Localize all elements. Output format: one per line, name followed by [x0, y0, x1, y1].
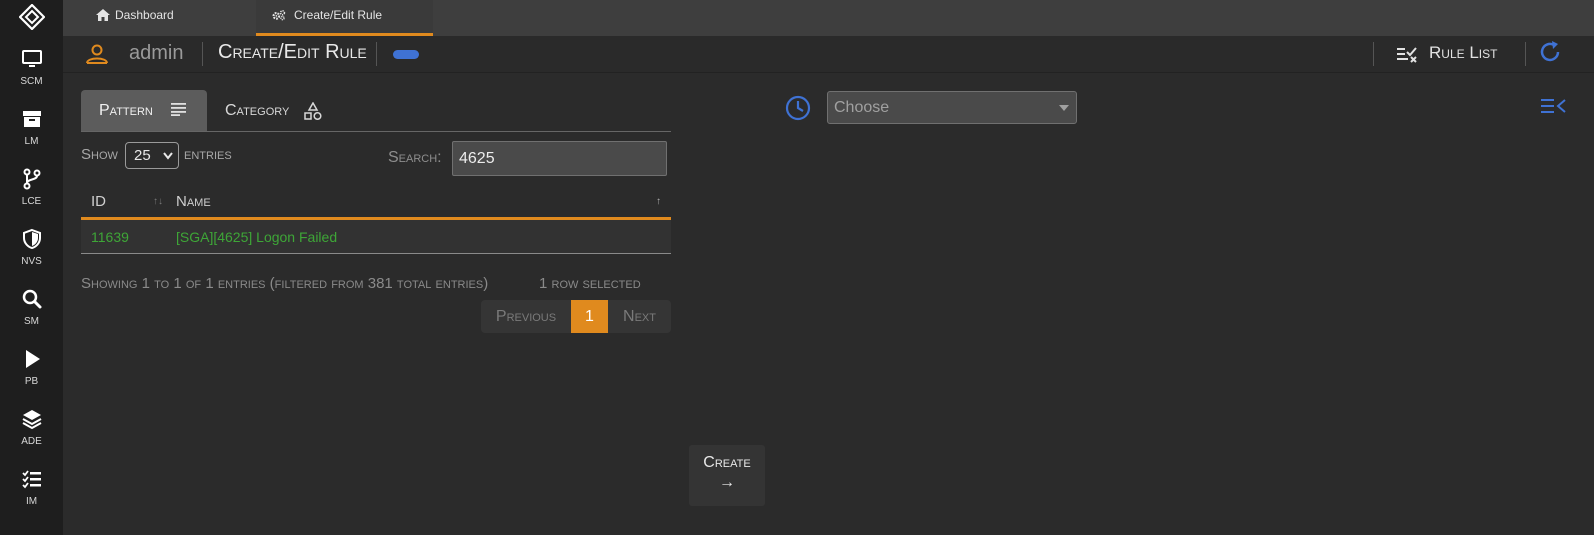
tab-category[interactable]: Category	[207, 90, 337, 131]
table-header: ID ↑↓ Name ↑	[81, 183, 671, 220]
sidebar-item-label: SCM	[20, 76, 43, 87]
chevron-down-icon	[163, 152, 173, 160]
play-icon	[25, 350, 40, 368]
entries-select[interactable]: 25	[125, 142, 179, 169]
sidebar-item-label: LCE	[21, 196, 42, 207]
choose-select[interactable]: Choose	[827, 91, 1077, 124]
sidebar: SCM LM LCE NVS SM PB ADE IM	[0, 0, 63, 535]
page-header: admin Create/Edit Rule Rule List	[63, 36, 1594, 73]
clock-icon[interactable]	[785, 95, 811, 121]
list-check-icon	[1397, 47, 1417, 63]
page-1-button[interactable]: 1	[571, 300, 608, 333]
sort-asc-icon[interactable]: ↑	[656, 196, 661, 207]
search-icon	[22, 289, 41, 309]
sidebar-item-sm[interactable]: SM	[0, 288, 63, 344]
sidebar-item-scm[interactable]: SCM	[0, 48, 63, 104]
sidebar-item-label: LM	[24, 136, 39, 147]
rule-list-button[interactable]: Rule List	[1396, 43, 1497, 67]
monitor-icon	[21, 50, 42, 67]
cell-name: [SGA][4625] Logon Failed	[176, 229, 338, 245]
column-header-name[interactable]: Name	[176, 193, 211, 210]
rule-list-label: Rule List	[1429, 43, 1498, 62]
tab-label: Pattern	[99, 102, 153, 119]
sidebar-item-lm[interactable]: LM	[0, 108, 63, 164]
page-title: Create/Edit Rule	[218, 41, 367, 63]
tab-bar: Dashboard Create/Edit Rule	[63, 0, 1594, 36]
pagination: Previous 1 Next	[481, 300, 671, 333]
tab-label: Category	[225, 102, 290, 119]
home-icon	[96, 9, 110, 21]
sidebar-item-label: IM	[25, 496, 38, 507]
user-icon[interactable]	[85, 42, 109, 66]
entries-value: 25	[134, 147, 151, 164]
create-button[interactable]: Create →	[689, 445, 765, 506]
cell-id: 11639	[91, 229, 129, 245]
layers-icon	[22, 410, 41, 430]
subtab-bar: Pattern Category	[81, 90, 671, 132]
header-divider	[1373, 42, 1374, 66]
tab-label: Dashboard	[115, 8, 174, 22]
caret-down-icon	[1059, 105, 1069, 111]
lines-icon	[171, 103, 186, 116]
shapes-icon	[304, 102, 322, 121]
sidebar-item-label: ADE	[21, 436, 42, 447]
tab-create-edit-rule[interactable]: Create/Edit Rule	[256, 0, 433, 36]
tab-dashboard[interactable]: Dashboard	[81, 0, 251, 36]
sort-icon[interactable]: ↑↓	[153, 196, 163, 207]
search-label: Search:	[388, 149, 442, 166]
entries-label: entries	[184, 146, 232, 163]
header-divider	[1525, 42, 1526, 66]
header-divider	[202, 42, 203, 66]
sidebar-item-pb[interactable]: PB	[0, 348, 63, 404]
refresh-icon[interactable]	[1538, 40, 1562, 64]
username: admin	[129, 42, 184, 64]
logo-icon[interactable]	[19, 4, 45, 30]
sidebar-item-nvs[interactable]: NVS	[0, 228, 63, 284]
pattern-table: ID ↑↓ Name ↑ 11639 [SGA][4625] Logon Fai…	[81, 183, 671, 254]
sidebar-item-ade[interactable]: ADE	[0, 408, 63, 464]
sidebar-item-label: NVS	[21, 256, 42, 267]
show-label: Show	[81, 146, 118, 163]
next-page-button[interactable]: Next	[608, 300, 671, 333]
create-label: Create	[703, 454, 751, 471]
tab-label: Create/Edit Rule	[294, 8, 383, 22]
cogs-icon	[272, 10, 286, 21]
table-row[interactable]: 11639 [SGA][4625] Logon Failed	[81, 220, 671, 254]
table-info: Showing 1 to 1 of 1 entries (filtered fr…	[81, 275, 489, 292]
sidebar-item-lce[interactable]: LCE	[0, 168, 63, 224]
choose-placeholder: Choose	[834, 99, 890, 116]
header-divider	[376, 42, 377, 66]
branch-icon	[23, 168, 40, 190]
selection-info: 1 row selected	[539, 275, 641, 292]
tab-pattern[interactable]: Pattern	[81, 90, 207, 131]
arrow-right-icon: →	[719, 474, 735, 491]
collapse-panel-icon[interactable]	[1540, 95, 1566, 117]
status-badge	[393, 50, 419, 59]
sidebar-item-label: SM	[24, 316, 39, 327]
shield-icon	[22, 228, 41, 250]
archive-icon	[22, 111, 41, 127]
sidebar-item-label: PB	[24, 376, 39, 387]
previous-page-button[interactable]: Previous	[481, 300, 571, 333]
column-header-id[interactable]: ID	[91, 193, 106, 210]
sidebar-item-im[interactable]: IM	[0, 468, 63, 524]
search-input[interactable]	[452, 141, 667, 176]
checklist-icon	[21, 470, 41, 489]
